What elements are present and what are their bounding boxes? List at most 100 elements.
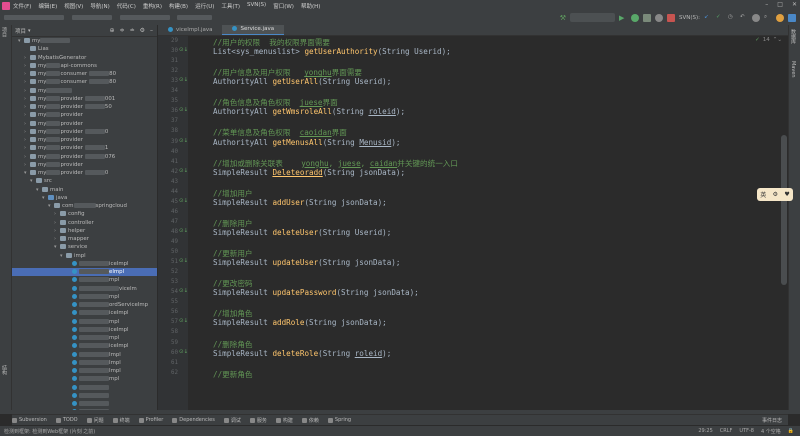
tree-item[interactable]: ▾ com springcloud (12, 202, 157, 210)
tree-item[interactable] (12, 392, 157, 400)
tree-item[interactable] (12, 400, 157, 408)
close-icon[interactable]: ✕ (792, 1, 797, 8)
implementation-gutter-icon[interactable]: ⊙↓ (179, 138, 188, 144)
project-panel-title[interactable]: 项目 (15, 27, 26, 35)
implementation-gutter-icon[interactable]: ⊙↓ (179, 349, 188, 355)
minimize-icon[interactable]: – (765, 1, 768, 8)
ime-lang-label[interactable]: 英 (760, 190, 766, 199)
tree-item[interactable]: mpl (12, 334, 157, 342)
project-tool-tab[interactable]: 项目 (1, 27, 8, 37)
menu-item[interactable]: 视图(V) (64, 2, 83, 10)
tree-item[interactable]: iceImpl (12, 260, 157, 268)
tree-item[interactable]: › my provider 001 (12, 95, 157, 103)
tree-item[interactable]: Lias (12, 45, 157, 53)
expand-all-icon[interactable]: ≐ (130, 27, 135, 34)
code-line[interactable]: SimpleResult addUser(String jsonData); (213, 198, 387, 207)
tree-item[interactable]: iceImpl (12, 326, 157, 334)
coverage-icon[interactable] (642, 13, 651, 22)
tree-item[interactable]: mpl (12, 318, 157, 326)
tree-item[interactable]: ▾ java (12, 194, 157, 202)
code-line[interactable]: SimpleResult updateUser(String jsonData)… (213, 258, 400, 267)
implementation-gutter-icon[interactable]: ⊙↓ (179, 198, 188, 204)
tree-item[interactable]: › my provider 1 (12, 144, 157, 152)
line-separator[interactable]: CRLF (720, 428, 733, 435)
structure-tool-tab[interactable]: 结构 (1, 365, 8, 375)
tree-item[interactable]: ▾ service (12, 243, 157, 251)
bottom-tab[interactable]: 构建 (275, 417, 293, 424)
code-line[interactable]: AuthorityAll getMenusAll(String Menusid)… (213, 138, 405, 147)
implementation-gutter-icon[interactable]: ⊙↓ (179, 258, 188, 264)
code-line[interactable]: SimpleResult updatePassword(String jsonD… (213, 288, 419, 297)
bottom-tab[interactable]: TODO (55, 417, 78, 423)
bottom-tab[interactable]: 依赖 (301, 417, 319, 424)
tree-item[interactable]: eImpl (12, 268, 157, 277)
lock-icon[interactable]: 🔒 (788, 428, 794, 435)
code-line[interactable]: AuthorityAll getUserAll(String Userid); (213, 77, 391, 86)
tree-item[interactable]: › my provider 50 (12, 103, 157, 111)
ime-settings-icon[interactable]: ⚙ (773, 191, 778, 198)
menu-item[interactable]: 重构(R) (143, 2, 162, 10)
bottom-tab[interactable]: 服务 (249, 417, 267, 424)
locate-icon[interactable]: ⊕ (110, 27, 115, 34)
bottom-tab[interactable]: Profiler (138, 417, 163, 423)
implementation-gutter-icon[interactable]: ⊙↓ (179, 107, 188, 113)
implementation-gutter-icon[interactable]: ⊙↓ (179, 228, 188, 234)
tree-item[interactable]: mpl (12, 276, 157, 284)
event-log-button[interactable]: 事件日志 (762, 417, 782, 424)
tree-item[interactable]: › my provider (12, 111, 157, 119)
implementation-gutter-icon[interactable]: ⊙↓ (179, 77, 188, 83)
tree-item[interactable]: › my api-commons (12, 62, 157, 70)
tree-item[interactable]: › mapper (12, 235, 157, 243)
editor-tab[interactable]: viceImpl.java (158, 26, 222, 35)
tree-item[interactable]: Impl (12, 351, 157, 359)
implementation-gutter-icon[interactable]: ⊙↓ (179, 288, 188, 294)
code-line[interactable]: SimpleResult addRole(String jsonData); (213, 318, 387, 327)
ime-floating-panel[interactable]: 英 ⚙ ♥ (757, 188, 793, 201)
menu-item[interactable]: 导航(N) (90, 2, 109, 10)
code-line[interactable]: //更新角色 (213, 369, 253, 380)
tree-item[interactable]: › my provider (12, 120, 157, 128)
plugin-icon[interactable] (776, 13, 784, 22)
bottom-tab[interactable]: Subversion (12, 417, 47, 423)
svn-update-icon[interactable]: ↙ (704, 14, 712, 22)
maximize-icon[interactable]: □ (777, 1, 783, 8)
svn-commit-icon[interactable]: ✓ (716, 14, 724, 22)
implementation-gutter-icon[interactable]: ⊙↓ (179, 168, 188, 174)
tree-item[interactable]: › my provider 0 (12, 128, 157, 136)
search-icon[interactable]: ⌕ (764, 14, 772, 22)
tree-item[interactable]: ▾ my provider 0 (12, 169, 157, 177)
code-line[interactable]: AuthorityAll getWmsroleAll(String roleid… (213, 107, 410, 116)
ide-logo-icon[interactable] (788, 13, 796, 22)
revert-icon[interactable]: ↶ (740, 14, 748, 22)
caret-position[interactable]: 29:25 (698, 428, 712, 435)
menu-item[interactable]: 窗口(W) (273, 2, 294, 10)
run-config-select[interactable] (569, 13, 615, 22)
tree-item[interactable]: ▾ main (12, 186, 157, 194)
bottom-tab[interactable]: 调试 (223, 417, 241, 424)
ime-skin-icon[interactable]: ♥ (784, 191, 789, 198)
code-area[interactable]: //用户的权限 我的权限界面需要 List<sys_menuslist> getU… (194, 36, 754, 410)
implementation-gutter-icon[interactable]: ⊙↓ (179, 47, 188, 53)
tree-item[interactable] (12, 384, 157, 392)
gear-icon[interactable]: ⚙ (140, 27, 145, 34)
file-encoding[interactable]: UTF-8 (739, 428, 754, 435)
bottom-tab[interactable]: Spring (327, 417, 351, 423)
tree-item[interactable]: ▾ src (12, 177, 157, 185)
tree-item[interactable]: Impl (12, 367, 157, 375)
tree-item[interactable]: iceImpl (12, 309, 157, 317)
menu-item[interactable]: 构建(B) (169, 2, 188, 10)
maven-tool-tab[interactable]: Maven (790, 61, 796, 78)
inspection-indicator[interactable]: ✓ 14 ⌃⌄ (755, 37, 782, 43)
tree-item[interactable]: › config (12, 210, 157, 218)
history-icon[interactable]: ◷ (728, 14, 736, 22)
tree-item[interactable]: › my provider 076 (12, 153, 157, 161)
menu-item[interactable]: 帮助(H) (301, 2, 320, 10)
profile-icon[interactable] (654, 13, 663, 22)
editor-scrollbar[interactable] (781, 135, 787, 285)
database-tool-tab[interactable]: 数据库 (790, 29, 797, 44)
tree-item[interactable]: › controller (12, 219, 157, 227)
debug-icon[interactable] (630, 13, 639, 22)
menu-item[interactable]: 代码(C) (117, 2, 136, 10)
tree-item[interactable]: Impl (12, 359, 157, 367)
tree-item[interactable]: › my (12, 87, 157, 95)
